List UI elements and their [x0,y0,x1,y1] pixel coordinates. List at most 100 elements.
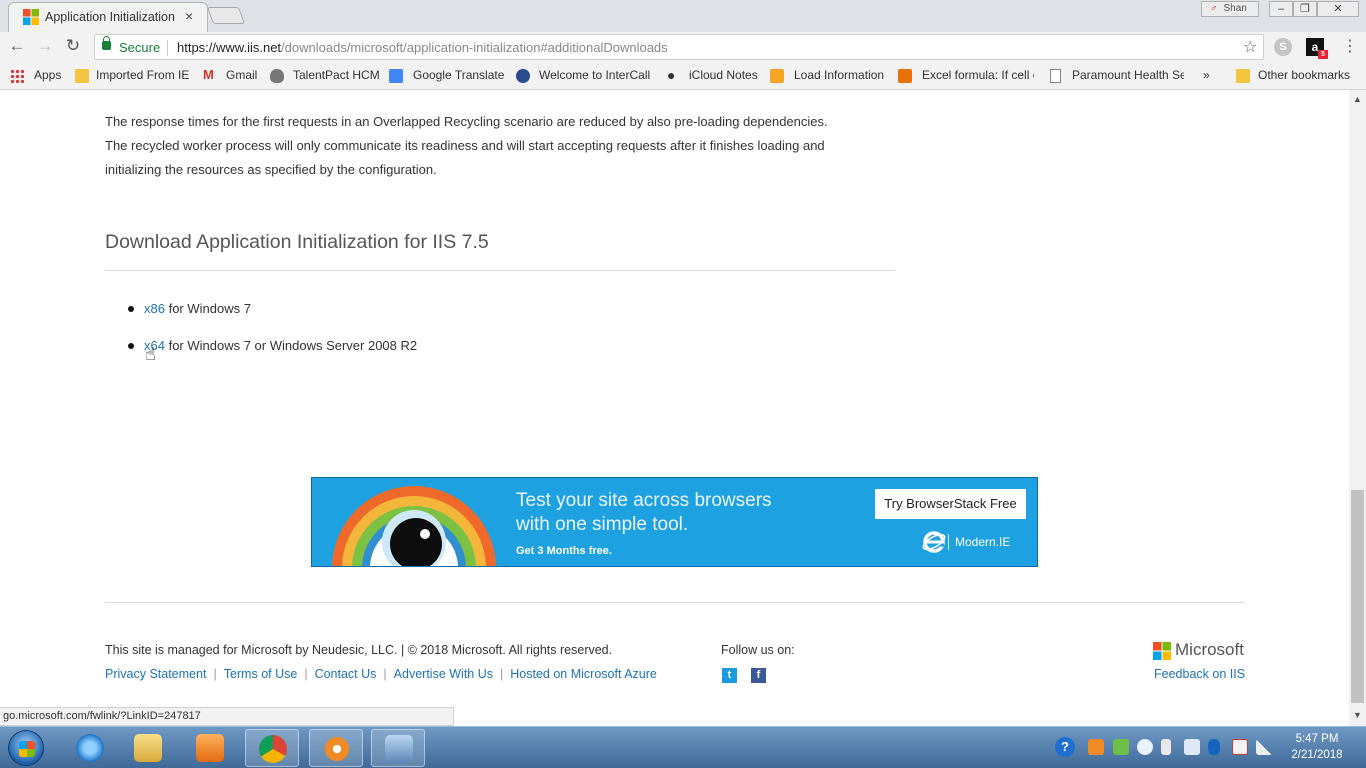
browserstack-ad-banner[interactable]: Test your site across browsers with one … [311,477,1038,567]
windows-flag-icon [19,741,35,757]
amazon-badge: 5 [1318,50,1328,59]
page-content: The response times for the first request… [0,90,1349,708]
url-host: https://www.iis.net [177,40,282,55]
bookmark-apps[interactable]: Apps [34,68,61,82]
minimize-button[interactable]: – [1269,1,1293,17]
ad-headline-line-2: with one simple tool. [516,514,689,535]
signal-icon[interactable] [1256,739,1272,755]
close-window-button[interactable]: ✕ [1317,1,1359,17]
tab-application-initialization[interactable]: Application Initialization × [8,2,208,32]
facebook-icon[interactable]: f [751,668,766,683]
download-heading: Download Application Initialization for … [105,231,489,253]
apple-icon: ● [667,67,676,83]
intro-paragraph-line-3: initializing the resources as specified … [105,162,437,177]
flower-app-icon [323,735,351,763]
bookmark-star-icon[interactable]: ☆ [1243,37,1257,57]
scroll-up-arrow-icon[interactable]: ▲ [1353,94,1362,104]
terms-of-use-link[interactable]: Terms of Use [224,667,298,681]
hosted-on-azure-link[interactable]: Hosted on Microsoft Azure [510,667,657,681]
vertical-scrollbar[interactable]: ▲ ▼ [1349,90,1366,726]
scrollbar-thumb[interactable] [1351,490,1364,703]
browser-toolbar: ← → ↻ Secure https://www.iis.net/downloa… [0,32,1366,62]
reload-button[interactable]: ↻ [62,35,84,57]
taskbar-internet-explorer[interactable] [63,729,117,767]
apps-grid-icon [10,69,24,83]
profile-icon: ♂ [1210,3,1218,14]
address-bar[interactable]: Secure https://www.iis.net/downloads/mic… [94,34,1264,60]
excel-formula-icon [898,69,912,83]
bookmark-google-translate[interactable]: Google Translate [413,68,504,82]
taskbar-remote-app[interactable] [371,729,425,767]
footer-links: Privacy Statement | Terms of Use | Contact U… [105,667,657,681]
restore-button[interactable]: ❐ [1293,1,1317,17]
tray-security-icon[interactable] [1113,739,1129,755]
bookmarks-overflow-button[interactable]: » [1203,68,1210,82]
bookmark-load-information[interactable]: Load Information [794,68,884,82]
taskbar-media-player[interactable] [183,729,237,767]
bookmark-excel-formula[interactable]: Excel formula: If cell c [922,68,1034,82]
load-information-icon [770,69,784,83]
intro-paragraph-line-1: The response times for the first request… [105,114,828,129]
x64-description: for Windows 7 or Windows Server 2008 R2 [164,338,418,353]
start-button[interactable] [8,730,44,766]
address-separator [167,40,168,56]
help-icon[interactable]: ? [1055,737,1075,757]
intro-paragraph-line-2: The recycled worker process will only co… [105,138,825,153]
network-error-icon[interactable] [1232,739,1248,755]
profile-name: Shan [1223,3,1247,14]
bookmark-welcome-to-intercall[interactable]: Welcome to InterCall [539,68,650,82]
other-bookmarks-folder-icon [1236,69,1250,83]
x86-download-link[interactable]: x86 [144,301,165,316]
forward-button[interactable]: → [34,35,56,57]
status-url-bubble: go.microsoft.com/fwlink/?LinkID=247817 [0,707,454,726]
google-translate-icon [389,69,403,83]
bookmark-talentpact-hcm[interactable]: TalentPact HCM [293,68,380,82]
bookmark-gmail[interactable]: Gmail [226,68,257,82]
taskbar-flower-app[interactable] [309,729,363,767]
url-text[interactable]: https://www.iis.net/downloads/microsoft/… [177,40,668,55]
lock-icon [102,36,111,50]
scroll-down-arrow-icon[interactable]: ▼ [1353,710,1362,720]
bookmark-icloud-notes[interactable]: iCloud Notes [689,68,758,82]
amazon-extension-icon[interactable]: a5 [1306,38,1328,59]
bookmarks-bar: Apps Imported From IE M Gmail TalentPact… [0,62,1366,90]
hand-cursor-icon: ☝ [145,344,156,364]
twitter-icon[interactable]: t [722,668,737,683]
volume-icon[interactable] [1184,739,1200,755]
privacy-statement-link[interactable]: Privacy Statement [105,667,206,681]
taskbar-clock[interactable]: 5:47 PM 2/21/2018 [1284,731,1350,763]
internet-explorer-icon [922,531,946,553]
ad-offer-text: Get 3 Months free. [516,545,612,557]
profile-button[interactable]: ♂ Shan [1201,1,1259,17]
internet-explorer-icon [76,734,104,762]
tab-close-icon[interactable]: × [185,8,193,24]
taskbar-chrome[interactable] [245,729,299,767]
media-player-icon [196,734,224,762]
taskbar-file-explorer[interactable] [121,729,175,767]
footer-separator: | [500,667,504,681]
new-tab-button[interactable] [206,7,246,24]
other-bookmarks[interactable]: Other bookmarks [1258,68,1350,82]
talentpact-icon [270,69,284,83]
advertise-with-us-link[interactable]: Advertise With Us [394,667,493,681]
bullet [128,306,134,312]
microsoft-logo-text: Microsoft [1175,640,1244,659]
battery-icon[interactable] [1161,739,1171,755]
back-button[interactable]: ← [6,35,28,57]
footer-separator: | [383,667,387,681]
url-path: /downloads/microsoft/application-initial… [281,40,668,55]
onedrive-icon[interactable] [1137,739,1153,755]
bookmark-paramount-health[interactable]: Paramount Health Se [1072,68,1184,82]
tab-title: Application Initialization [45,10,175,24]
tray-app-icon[interactable] [1088,739,1104,755]
footer-copyright: This site is managed for Microsoft by Ne… [105,643,613,657]
skype-extension-icon[interactable]: S [1274,38,1292,56]
chrome-menu-icon[interactable]: ⋮ [1342,36,1358,56]
bluetooth-icon[interactable] [1208,739,1220,755]
x86-description: for Windows 7 [164,301,251,316]
bookmark-imported-from-ie[interactable]: Imported From IE [96,68,189,82]
feedback-on-iis-link[interactable]: Feedback on IIS [1154,667,1245,681]
footer-separator: | [213,667,217,681]
contact-us-link[interactable]: Contact Us [315,667,377,681]
try-browserstack-button[interactable]: Try BrowserStack Free [875,489,1026,519]
